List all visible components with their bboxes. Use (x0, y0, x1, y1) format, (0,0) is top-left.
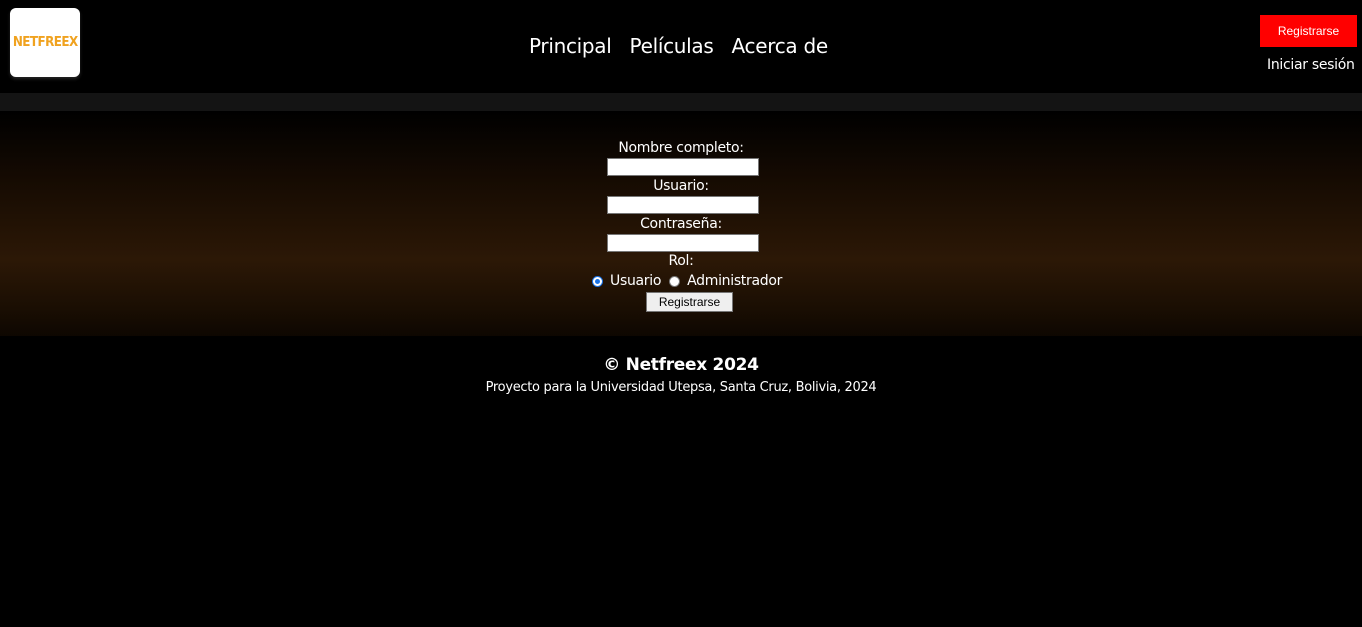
page: NETFREEX Principal Películas Acerca de R… (0, 0, 1362, 627)
netfreex-logo[interactable]: NETFREEX (10, 8, 80, 77)
role-usuario-label[interactable]: Usuario (610, 273, 661, 289)
password-label: Contraseña: (640, 216, 722, 232)
password-input[interactable] (607, 234, 759, 252)
register-button[interactable]: Registrarse (1260, 15, 1357, 47)
nav-item-peliculas[interactable]: Películas (630, 34, 714, 58)
main-nav: Principal Películas Acerca de (529, 32, 846, 60)
footer-title: © Netfreex 2024 (603, 355, 759, 375)
logo-text: NETFREEX (12, 35, 78, 50)
login-link[interactable]: Iniciar sesión (1267, 57, 1355, 73)
username-label: Usuario: (653, 178, 709, 194)
role-usuario-radio[interactable] (592, 275, 603, 287)
role-administrador-label[interactable]: Administrador (687, 273, 782, 289)
footer-subtitle: Proyecto para la Universidad Utepsa, San… (485, 380, 877, 395)
register-form: Nombre completo: Usuario: Contraseña: Ro… (0, 111, 1362, 336)
submit-register-button[interactable]: Registrarse (646, 292, 733, 312)
username-input[interactable] (607, 196, 759, 214)
role-administrador-radio[interactable] (669, 275, 681, 287)
header-divider-band (0, 93, 1362, 111)
top-header: NETFREEX Principal Películas Acerca de R… (0, 0, 1362, 93)
nav-item-acerca-de[interactable]: Acerca de (732, 34, 829, 58)
role-label: Rol: (668, 253, 694, 269)
fullname-label: Nombre completo: (618, 140, 744, 156)
fullname-input[interactable] (607, 158, 759, 176)
nav-item-principal[interactable]: Principal (529, 34, 612, 58)
role-options: Usuario Administrador (592, 272, 790, 290)
